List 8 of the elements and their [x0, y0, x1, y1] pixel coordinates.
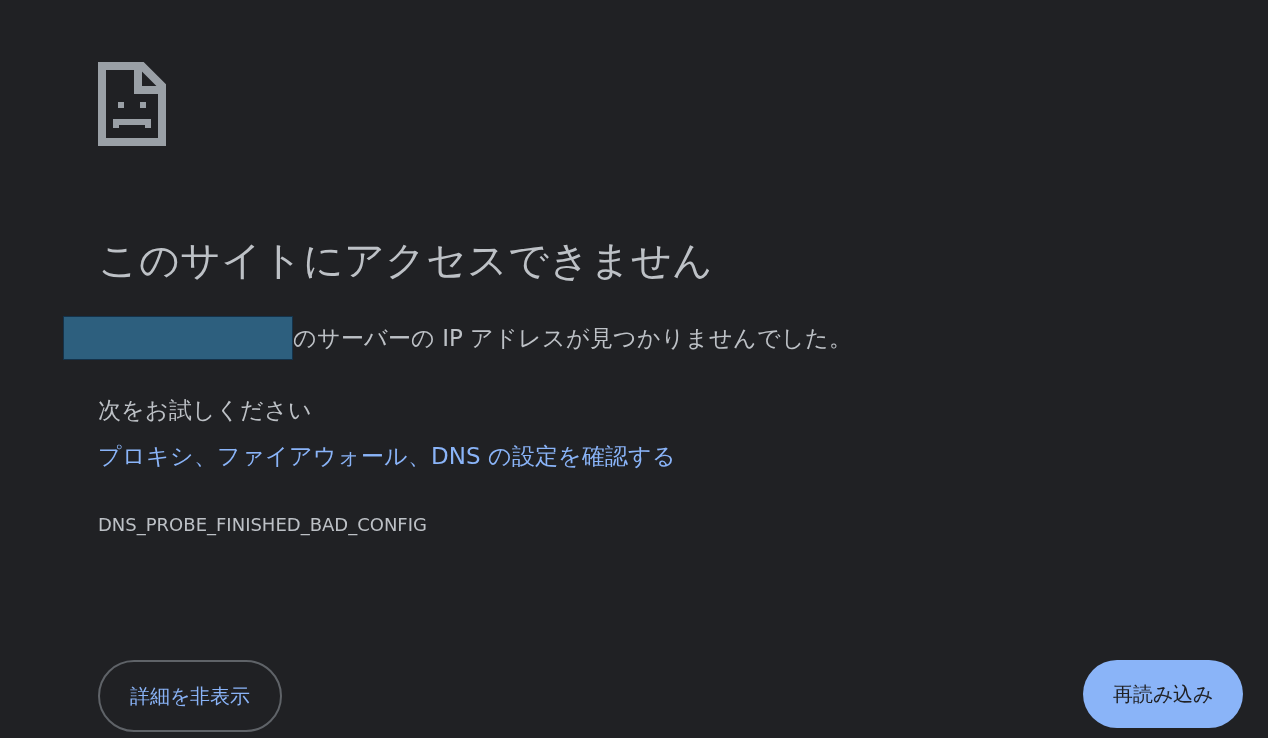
- suggestions-title: 次をお試しください: [98, 396, 312, 425]
- error-message: のサーバーの IP アドレスが見つかりませんでした。: [293, 323, 853, 353]
- error-code: DNS_PROBE_FINISHED_BAD_CONFIG: [98, 514, 427, 535]
- error-heading: このサイトにアクセスできません: [98, 236, 713, 285]
- details-button[interactable]: 詳細を非表示: [98, 660, 282, 732]
- reload-button[interactable]: 再読み込み: [1083, 660, 1243, 728]
- sad-document-icon: [98, 62, 166, 146]
- suggestion-link[interactable]: プロキシ、ファイアウォール、DNS の設定を確認する: [98, 440, 676, 472]
